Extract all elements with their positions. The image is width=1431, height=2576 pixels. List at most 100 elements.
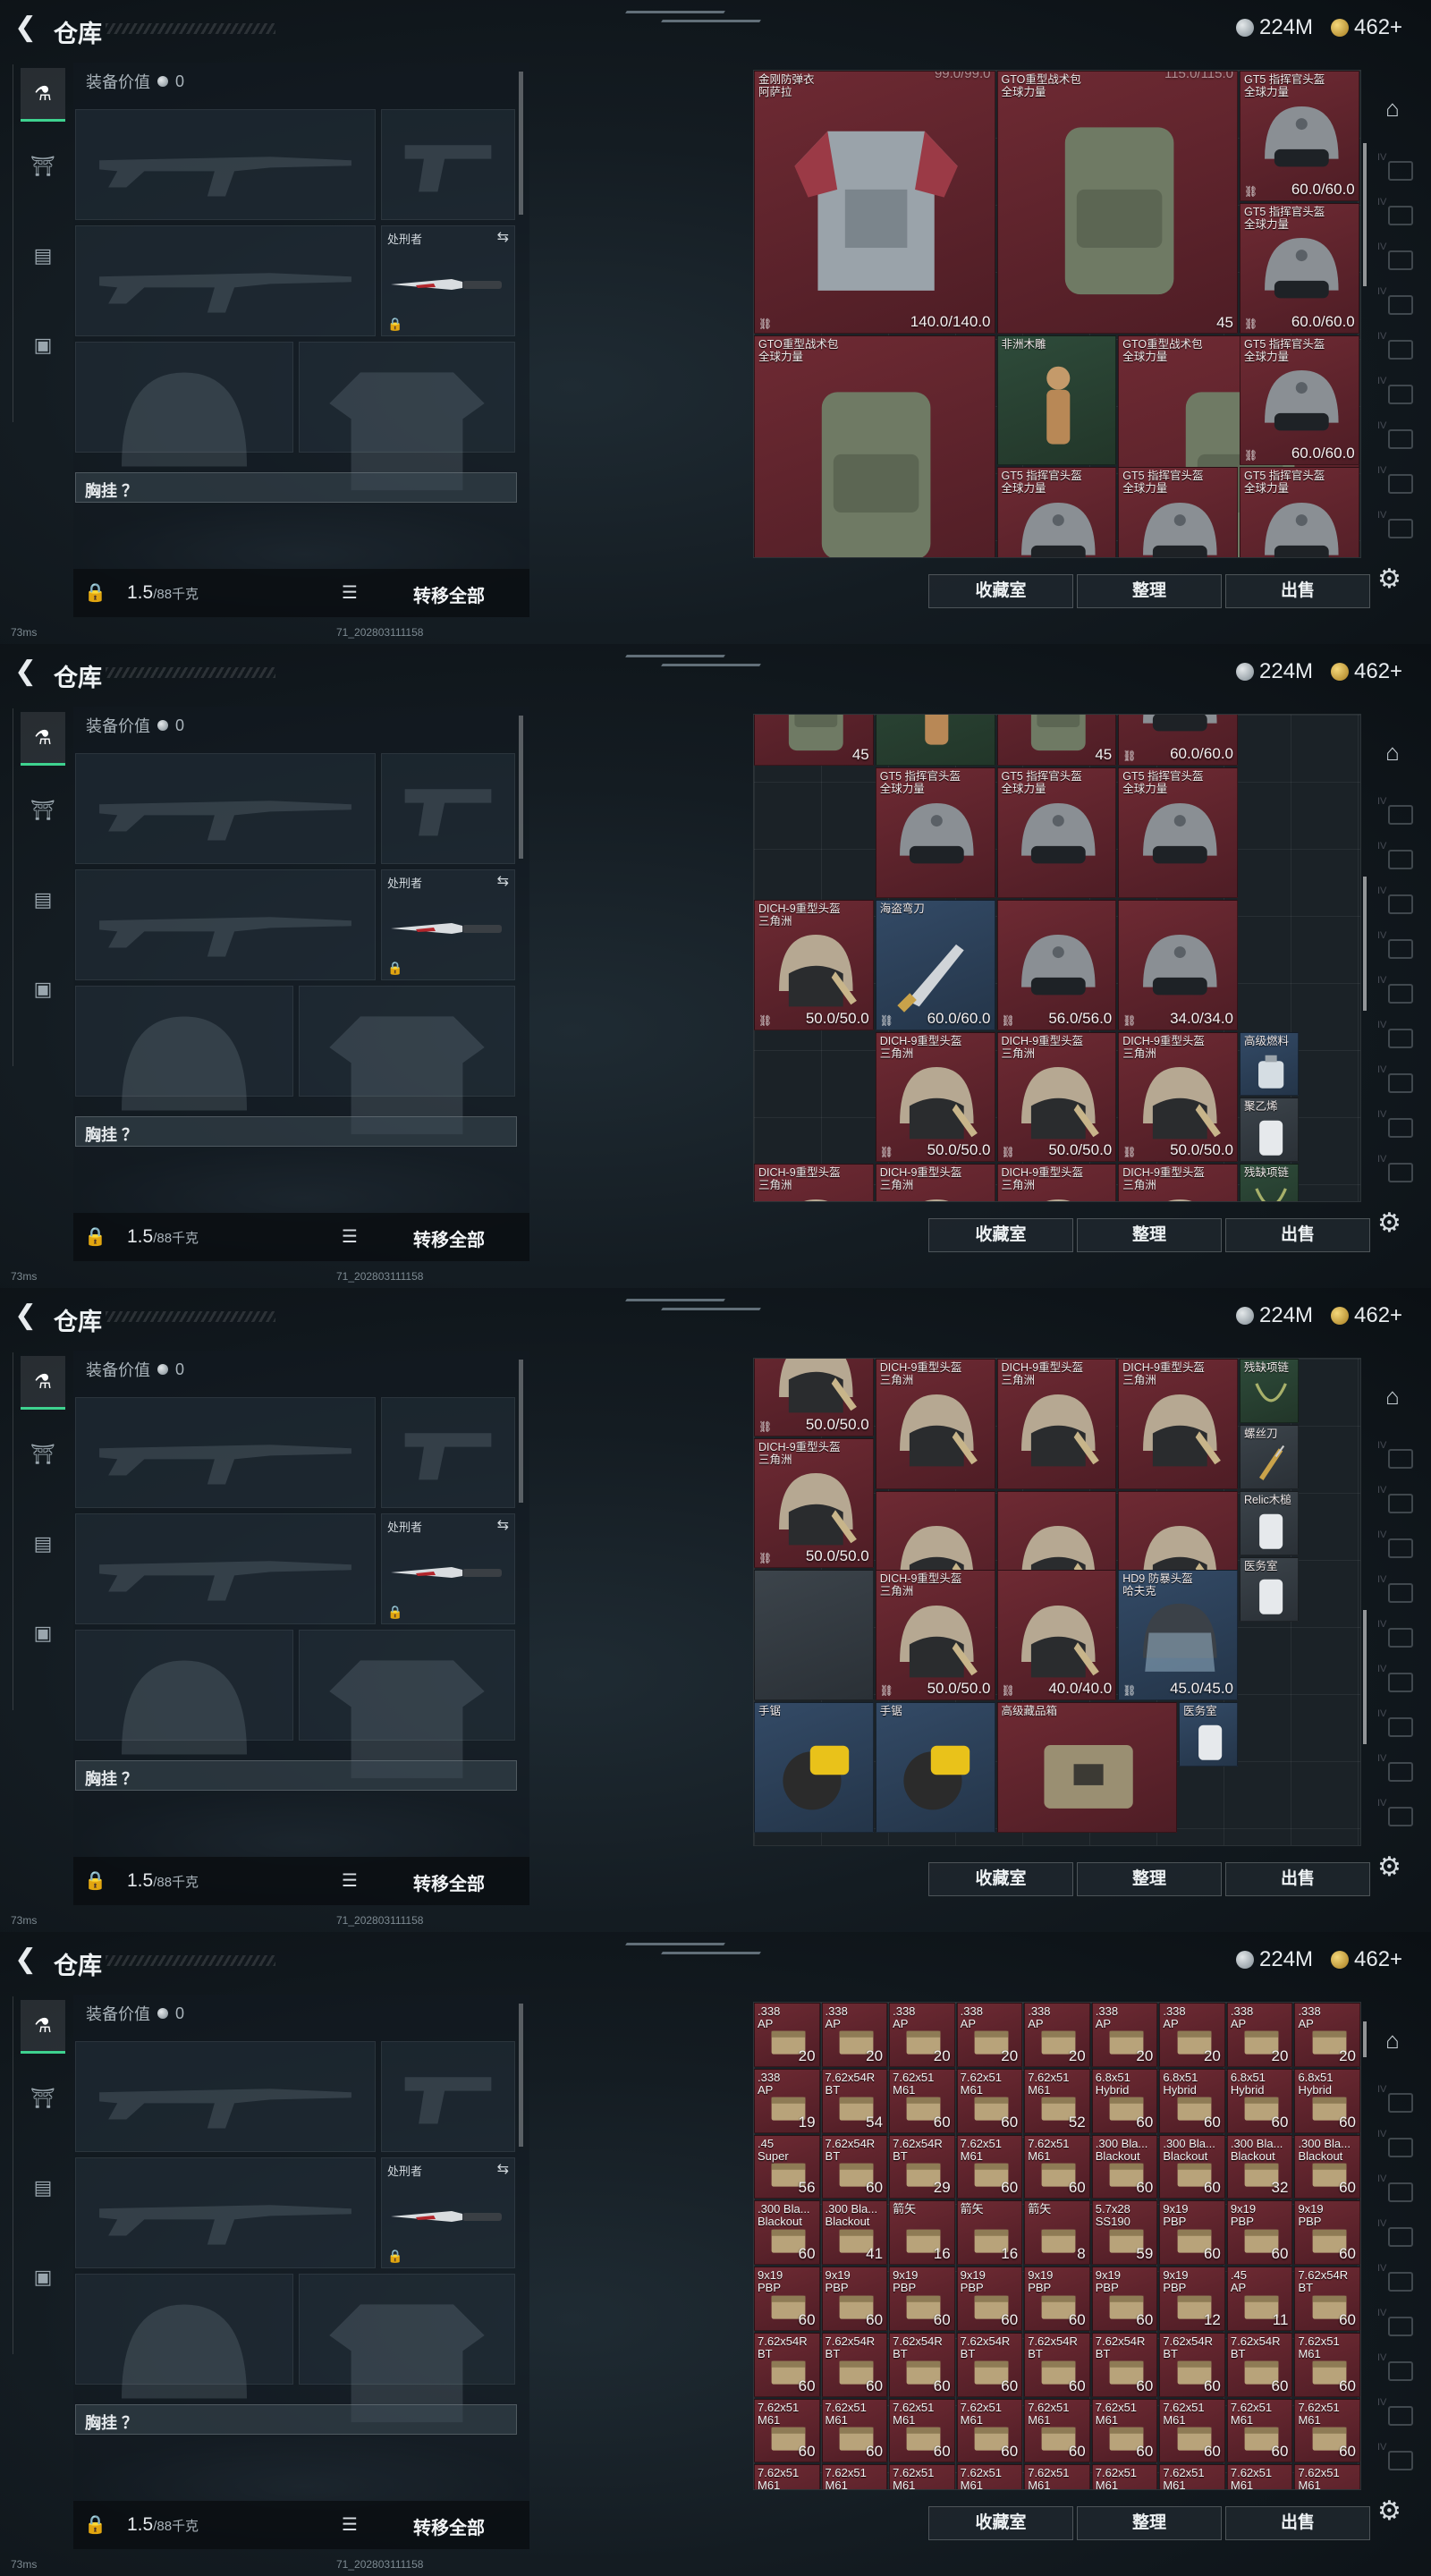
ammo-item[interactable]: 箭矢 16 [889, 2200, 955, 2266]
ammo-item[interactable]: 箭矢 8 [1024, 2200, 1090, 2266]
ammo-item[interactable]: 6.8x51 Hybrid 60 [1294, 2068, 1360, 2133]
stash-item[interactable]: DICH-9重型头盔 三角洲50.0/50.0⛓ [875, 1570, 995, 1701]
ammo-item[interactable]: 7.62x51 M61 60 [821, 2398, 888, 2463]
collection-room-button[interactable]: 收藏室 [928, 1862, 1073, 1896]
stash-page-button[interactable]: IV [1377, 1109, 1422, 1141]
melee-slot[interactable]: 处刑者 ⇆ 🔒 [381, 2157, 515, 2268]
ammo-item[interactable]: .338 AP 20 [1159, 2003, 1225, 2067]
stash-item[interactable]: DICH-9重型头盔 三角洲50.0/50.0⛓ [996, 1031, 1117, 1163]
collection-room-button[interactable]: 收藏室 [928, 1218, 1073, 1252]
stash-page-button[interactable]: IV [1377, 2129, 1422, 2161]
ammo-item[interactable]: 7.62x51 M61 60 [1024, 2134, 1090, 2199]
ammo-item[interactable]: 7.62x51 M61 60 [956, 2134, 1023, 2199]
stash-item[interactable]: GT5 指挥官头盔 全球力量 60.0/60.0 ⛓ [1240, 335, 1359, 466]
gold-currency[interactable]: 462+ [1331, 1946, 1402, 1973]
stash-item[interactable]: DICH-9重型头盔 三角洲 [996, 1359, 1117, 1489]
ammo-item[interactable]: 箭矢 16 [956, 2200, 1023, 2266]
sort-button[interactable]: 整理 [1077, 2506, 1222, 2540]
stash-page-button[interactable]: IV [1377, 975, 1422, 1007]
tab-weapons[interactable]: ⚗ [21, 68, 65, 122]
stash-home-button[interactable]: ⌂ [1368, 84, 1417, 132]
transfer-all-button[interactable]: 转移全部 [413, 581, 485, 607]
sort-button[interactable]: 整理 [1077, 1862, 1222, 1896]
tab-backpack[interactable]: ▣ [21, 2250, 65, 2304]
ammo-item[interactable]: .300 Bla... Blackout 60 [1294, 2134, 1360, 2199]
chest-rig-slot[interactable]: 胸挂 ？ [75, 1760, 517, 1791]
ammo-item[interactable]: 7.62x54R BT 29 [889, 2134, 955, 2199]
ammo-item[interactable]: .338 AP 20 [1024, 2003, 1090, 2067]
swap-icon[interactable]: ⇆ [497, 872, 509, 890]
stash-item[interactable]: GT5 指挥官头盔 全球力量 60.0/60.0 ⛓ [1240, 202, 1359, 334]
stash-scrollbar[interactable] [1363, 877, 1367, 1011]
ammo-item[interactable]: 9x19 PBP 60 [956, 2267, 1023, 2331]
stash-page-button[interactable]: IV [1377, 1020, 1422, 1052]
ammo-item[interactable]: 7.62x51 M61 [889, 2464, 955, 2489]
equipment-scrollbar[interactable] [519, 72, 523, 215]
stash-page-button[interactable]: IV [1377, 2084, 1422, 2116]
ammo-item[interactable]: 7.62x54R BT 60 [821, 2134, 888, 2199]
sell-button[interactable]: 出售 [1225, 1218, 1370, 1252]
secondary-weapon-slot[interactable] [75, 2157, 376, 2268]
ammo-item[interactable]: 7.62x51 M61 [1294, 2464, 1360, 2489]
stash-item[interactable]: 螺丝刀 [1240, 1424, 1299, 1489]
stash-page-button[interactable]: IV [1377, 197, 1422, 229]
stash-item[interactable]: 残缺项链 [1240, 1164, 1299, 1201]
stash-page-button[interactable]: IV [1377, 2442, 1422, 2474]
armor-slot[interactable] [299, 342, 515, 491]
stash-page-button[interactable]: IV [1377, 2174, 1422, 2206]
ammo-item[interactable]: .300 Bla... Blackout 60 [754, 2200, 820, 2266]
stash-home-button[interactable]: ⌂ [1368, 2016, 1417, 2064]
settings-button[interactable]: ⚙ [1377, 564, 1401, 595]
gold-currency[interactable]: 462+ [1331, 14, 1402, 41]
stash-item[interactable]: 45 [754, 715, 874, 767]
stash-item[interactable]: DICH-9重型头盔 三角洲50.0/50.0⛓ [875, 1164, 995, 1201]
stash-item[interactable]: DICH-9重型头盔 三角洲50.0/50.0⛓ [1118, 1164, 1238, 1201]
tab-weapons[interactable]: ⚗ [21, 2000, 65, 2054]
ammo-item[interactable]: 7.62x54R BT 60 [1024, 2332, 1090, 2397]
ammo-item[interactable]: 7.62x51 M61 60 [754, 2398, 820, 2463]
sort-button[interactable]: 整理 [1077, 574, 1222, 608]
stash-item[interactable] [875, 715, 995, 767]
ammo-item[interactable]: 7.62x54R BT 60 [1091, 2332, 1158, 2397]
ammo-item[interactable]: 9x19 PBP 60 [1024, 2267, 1090, 2331]
sell-button[interactable]: 出售 [1225, 2506, 1370, 2540]
back-button[interactable]: ❮ [14, 657, 41, 687]
stash-page-button[interactable]: IV [1377, 841, 1422, 873]
ammo-item[interactable]: .338 AP 20 [821, 2003, 888, 2067]
tab-helmet[interactable]: ⛩ [21, 1428, 65, 1481]
stash-page-button[interactable]: IV [1377, 376, 1422, 408]
stash-item[interactable]: 残缺项链 [1240, 1359, 1299, 1423]
ammo-item[interactable]: 7.62x54R BT 60 [821, 2332, 888, 2397]
ammo-item[interactable]: 7.62x51 M61 [821, 2464, 888, 2489]
ammo-item[interactable]: 5.7x28 SS190 59 [1091, 2200, 1158, 2266]
ammo-item[interactable]: 9x19 PBP 60 [1091, 2267, 1158, 2331]
stash-page-button[interactable]: IV [1377, 2352, 1422, 2385]
ammo-item[interactable]: 7.62x51 M61 60 [956, 2068, 1023, 2133]
swap-icon[interactable]: ⇆ [497, 2160, 509, 2178]
chest-rig-slot[interactable]: 胸挂 ？ [75, 1116, 517, 1147]
stash-page-button[interactable]: IV [1377, 1664, 1422, 1696]
stash-item[interactable]: 医务室 [1240, 1556, 1299, 1622]
tab-backpack[interactable]: ▣ [21, 1606, 65, 1660]
ammo-item[interactable]: 7.62x51 M61 [1226, 2464, 1293, 2489]
stash-item[interactable]: GT5 指挥官头盔 全球力量 [875, 767, 995, 898]
stash-item[interactable]: 高级藏品箱 [996, 1702, 1178, 1833]
ammo-item[interactable]: 7.62x54R BT 60 [754, 2332, 820, 2397]
ammo-item[interactable]: .300 Bla... Blackout 60 [1091, 2134, 1158, 2199]
ammo-item[interactable]: 7.62x54R BT 60 [1294, 2267, 1360, 2331]
helmet-slot[interactable] [75, 986, 293, 1111]
stash-item[interactable]: DICH-9重型头盔 三角洲50.0/50.0⛓ [875, 1031, 995, 1163]
melee-slot[interactable]: 处刑者 ⇆ 🔒 [381, 225, 515, 336]
stash-item[interactable]: GTO重型战术包 全球力量45 [754, 335, 995, 557]
ammo-item[interactable]: 6.8x51 Hybrid 60 [1226, 2068, 1293, 2133]
stash-item[interactable]: GT5 指挥官头盔 全球力量 [996, 767, 1117, 898]
sort-button[interactable]: 整理 [1077, 1218, 1222, 1252]
stash-item[interactable]: DICH-9重型头盔 三角洲50.0/50.0⛓ [754, 1437, 874, 1569]
tab-weapons[interactable]: ⚗ [21, 712, 65, 766]
ammo-item[interactable]: .300 Bla... Blackout 60 [1159, 2134, 1225, 2199]
back-button[interactable]: ❮ [14, 13, 41, 43]
ammo-item[interactable]: .338 AP 20 [889, 2003, 955, 2067]
stash-item[interactable]: 50.0/50.0 ⛓ [754, 1359, 874, 1436]
ammo-item[interactable]: 7.62x54R BT 60 [1226, 2332, 1293, 2397]
ammo-item[interactable]: 6.8x51 Hybrid 60 [1091, 2068, 1158, 2133]
